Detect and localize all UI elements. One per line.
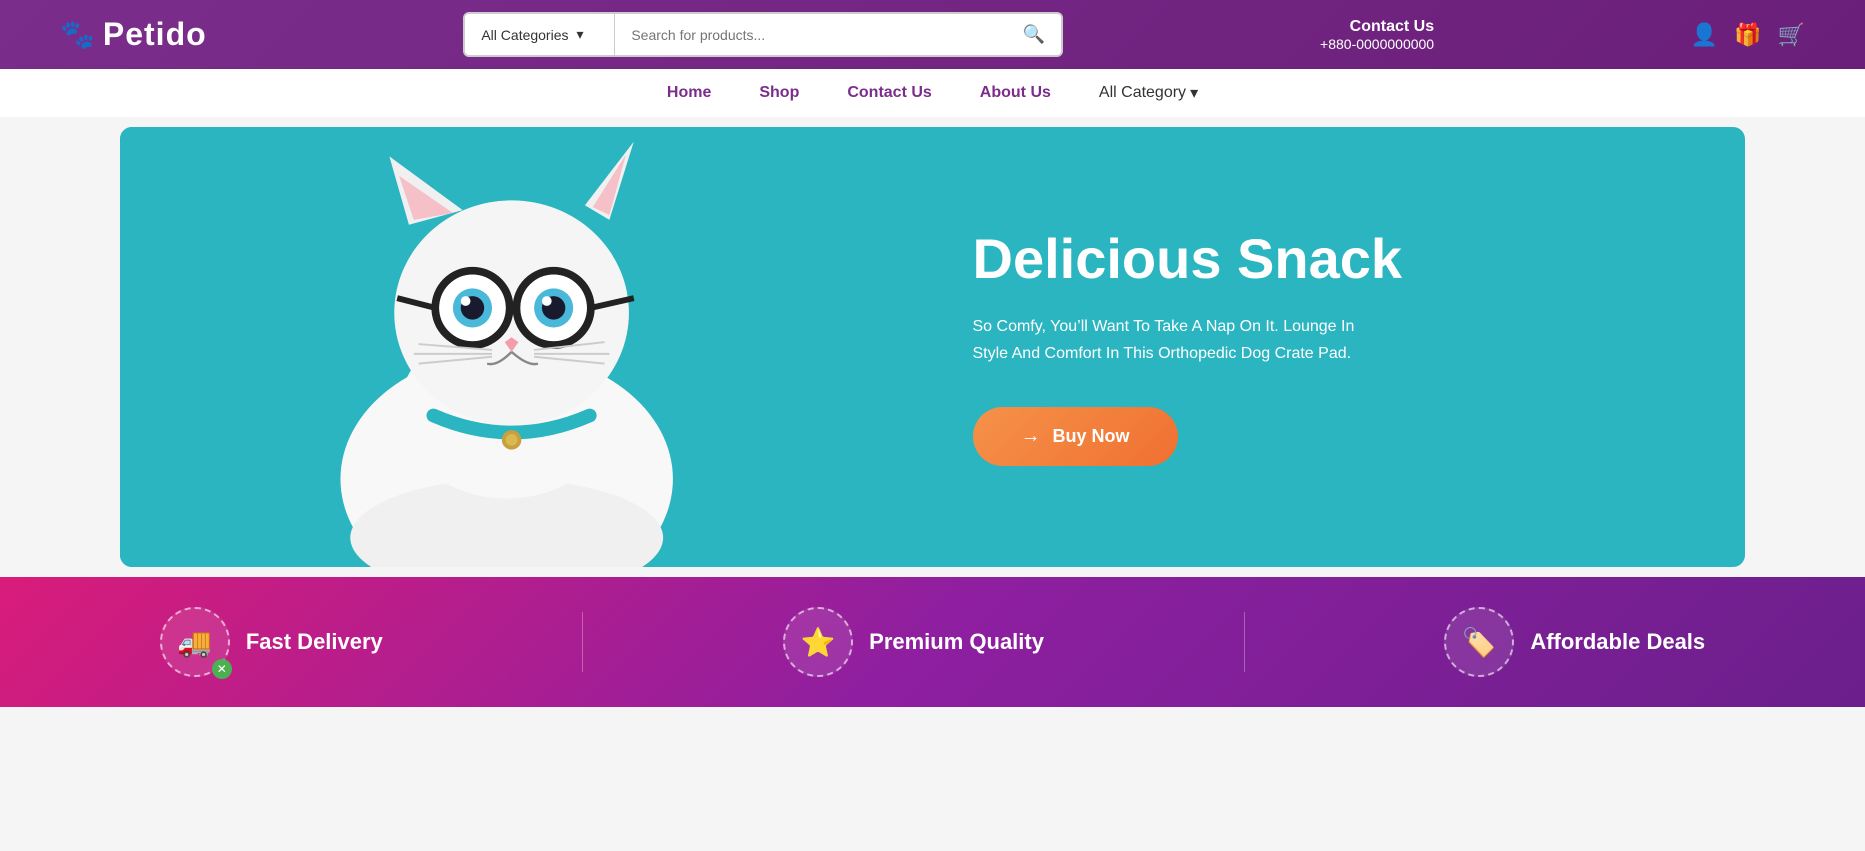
category-dropdown-label: All Categories bbox=[481, 27, 568, 43]
contact-phone: +880-0000000000 bbox=[1320, 36, 1434, 52]
nav-item-home[interactable]: Home bbox=[667, 84, 711, 102]
features-bar: 🚚 ✕ Fast Delivery ⭐ Premium Quality 🏷️ A… bbox=[0, 577, 1865, 707]
chevron-down-icon: ▾ bbox=[1190, 83, 1198, 103]
premium-quality-label: Premium Quality bbox=[869, 629, 1044, 655]
gift-icon[interactable]: 🎁 bbox=[1734, 22, 1761, 48]
premium-quality-icon: ⭐ bbox=[801, 626, 836, 659]
search-input[interactable] bbox=[615, 14, 1007, 55]
affordable-deals-icon: 🏷️ bbox=[1462, 626, 1497, 659]
fast-delivery-icon-circle: 🚚 ✕ bbox=[160, 607, 230, 677]
logo-area[interactable]: 🐾 Petido bbox=[60, 16, 207, 53]
hero-banner: Delicious Snack So Comfy, You’ll Want To… bbox=[120, 127, 1745, 567]
feature-item-affordable-deals: 🏷️ Affordable Deals bbox=[1444, 607, 1705, 677]
header-icons: 👤 🎁 🛒 bbox=[1691, 22, 1805, 48]
nav-item-about[interactable]: About Us bbox=[980, 84, 1051, 102]
site-header: 🐾 Petido All Categories ▾ 🔍 Contact Us +… bbox=[0, 0, 1865, 69]
fast-delivery-icon: 🚚 bbox=[177, 626, 212, 659]
divider-1 bbox=[582, 612, 583, 672]
category-dropdown[interactable]: All Categories ▾ bbox=[465, 14, 615, 55]
hero-image-area bbox=[120, 127, 933, 567]
nav-item-contact[interactable]: Contact Us bbox=[847, 84, 931, 102]
chevron-down-icon: ▾ bbox=[577, 26, 584, 43]
premium-quality-icon-circle: ⭐ bbox=[783, 607, 853, 677]
feature-item-premium-quality: ⭐ Premium Quality bbox=[783, 607, 1044, 677]
hero-description: So Comfy, You’ll Want To Take A Nap On I… bbox=[973, 313, 1393, 367]
search-button[interactable]: 🔍 bbox=[1007, 14, 1061, 55]
affordable-deals-icon-circle: 🏷️ bbox=[1444, 607, 1514, 677]
affordable-deals-label: Affordable Deals bbox=[1530, 629, 1705, 655]
hero-title: Delicious Snack bbox=[973, 228, 1686, 290]
hero-cat-illustration bbox=[120, 127, 933, 567]
feature-item-fast-delivery: 🚚 ✕ Fast Delivery bbox=[160, 607, 383, 677]
user-icon[interactable]: 👤 bbox=[1691, 22, 1718, 48]
buy-now-label: Buy Now bbox=[1053, 426, 1130, 447]
search-icon: 🔍 bbox=[1023, 24, 1045, 44]
cart-icon[interactable]: 🛒 bbox=[1778, 22, 1805, 48]
search-area: All Categories ▾ 🔍 bbox=[463, 12, 1063, 57]
nav-item-shop[interactable]: Shop bbox=[759, 84, 799, 102]
hero-wrapper: Delicious Snack So Comfy, You’ll Want To… bbox=[0, 117, 1865, 577]
logo-text: Petido bbox=[103, 16, 207, 53]
close-badge: ✕ bbox=[212, 659, 232, 679]
arrow-icon: → bbox=[1021, 425, 1041, 448]
nav-bar: Home Shop Contact Us About Us All Catego… bbox=[0, 69, 1865, 117]
nav-item-all-category[interactable]: All Category ▾ bbox=[1099, 83, 1198, 103]
fast-delivery-label: Fast Delivery bbox=[246, 629, 383, 655]
contact-area: Contact Us +880-0000000000 bbox=[1320, 18, 1434, 52]
buy-now-button[interactable]: → Buy Now bbox=[973, 407, 1178, 466]
contact-label: Contact Us bbox=[1320, 18, 1434, 36]
divider-2 bbox=[1244, 612, 1245, 672]
hero-content: Delicious Snack So Comfy, You’ll Want To… bbox=[933, 168, 1746, 527]
logo-icon: 🐾 bbox=[60, 18, 95, 51]
